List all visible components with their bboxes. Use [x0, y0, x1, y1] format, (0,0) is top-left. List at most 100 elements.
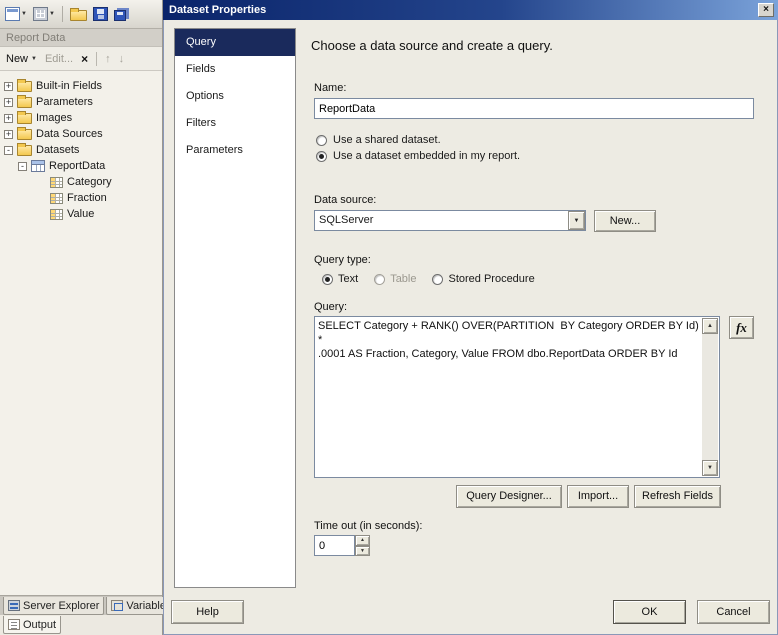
add-item-button[interactable] — [3, 3, 29, 25]
shared-dataset-option[interactable]: Use a shared dataset. — [316, 134, 441, 146]
move-down-icon[interactable]: ↓ — [119, 53, 125, 65]
tree-item-data-sources[interactable]: + Data Sources — [0, 126, 162, 142]
tab-output[interactable]: Output — [3, 616, 62, 634]
query-type-stored-procedure-option[interactable]: Stored Procedure — [432, 273, 535, 285]
tree-item-images[interactable]: + Images — [0, 110, 162, 126]
nav-item-filters[interactable]: Filters — [175, 110, 295, 137]
query-text[interactable]: SELECT Category + RANK() OVER(PARTITION … — [318, 319, 699, 361]
tab-server-explorer[interactable]: Server Explorer — [3, 597, 105, 615]
tree-item-datasets[interactable]: - Datasets — [0, 142, 162, 158]
timeout-spinner — [314, 535, 370, 556]
query-type-text-option[interactable]: Text — [322, 273, 358, 285]
combo-dropdown-icon[interactable] — [568, 211, 585, 230]
dataset-icon — [31, 160, 45, 172]
save-all-icon — [113, 9, 126, 21]
collapse-icon[interactable]: - — [4, 145, 13, 155]
expand-icon[interactable]: + — [4, 97, 13, 107]
tree-item-field-category[interactable]: Category — [0, 174, 162, 190]
dialog-titlebar[interactable]: Dataset Properties × — [163, 0, 778, 20]
dataset-properties-dialog: Dataset Properties × Query Fields Option… — [163, 0, 778, 635]
expression-button[interactable]: fx — [729, 316, 754, 339]
refresh-fields-button[interactable]: Refresh Fields — [634, 485, 721, 508]
variables-icon — [111, 600, 124, 611]
toolbox-grid-icon — [32, 7, 48, 21]
new-menu-button[interactable]: New — [6, 53, 37, 65]
import-button[interactable]: Import... — [567, 485, 629, 508]
cancel-button[interactable]: Cancel — [697, 600, 770, 624]
tree-item-label: Parameters — [36, 96, 93, 108]
embedded-dataset-label: Use a dataset embedded in my report. — [333, 150, 521, 162]
tree-item-parameters[interactable]: + Parameters — [0, 94, 162, 110]
tree-item-label: Built-in Fields — [36, 80, 103, 92]
radio-query-type-stored-procedure[interactable] — [432, 273, 444, 285]
tree-item-field-fraction[interactable]: Fraction — [0, 190, 162, 206]
save-button[interactable] — [91, 3, 110, 25]
output-tab-strip: Output — [0, 615, 162, 635]
shared-dataset-label: Use a shared dataset. — [333, 134, 441, 146]
radio-query-type-text[interactable] — [322, 273, 333, 285]
expand-icon[interactable]: + — [4, 129, 13, 139]
save-icon — [92, 7, 108, 21]
data-source-value: SQLServer — [319, 214, 374, 226]
output-icon — [8, 619, 20, 630]
data-source-label: Data source: — [314, 194, 377, 206]
help-button[interactable]: Help — [171, 600, 244, 624]
collapse-icon[interactable]: - — [18, 161, 27, 171]
report-data-toolbar: New Edit... × ↑ ↓ — [0, 47, 162, 71]
timeout-input[interactable] — [314, 535, 355, 556]
query-type-label: Query type: — [314, 254, 371, 266]
report-data-panel-title: Report Data — [0, 29, 162, 47]
tree-item-label: Fraction — [67, 192, 107, 204]
tree-item-built-in-fields[interactable]: + Built-in Fields — [0, 78, 162, 94]
server-explorer-icon — [8, 600, 20, 611]
chevron-down-icon — [31, 56, 37, 62]
field-icon — [50, 192, 63, 204]
fx-icon: fx — [736, 319, 747, 335]
timeout-label: Time out (in seconds): — [314, 520, 423, 532]
edit-button[interactable]: Edit... — [45, 53, 73, 65]
ok-button[interactable]: OK — [613, 600, 686, 624]
tree-item-field-value[interactable]: Value — [0, 206, 162, 222]
tree-item-label: Category — [67, 176, 112, 188]
nav-item-fields[interactable]: Fields — [175, 56, 295, 83]
spin-down-icon[interactable] — [355, 545, 370, 556]
data-source-combobox[interactable]: SQLServer — [314, 210, 586, 231]
dialog-body: Query Fields Options Filters Parameters … — [163, 20, 778, 635]
folder-icon — [17, 127, 32, 140]
open-file-button[interactable] — [68, 3, 89, 25]
tree-item-label: Value — [67, 208, 95, 220]
scroll-down-icon[interactable] — [702, 460, 718, 476]
delete-icon[interactable]: × — [81, 52, 88, 66]
report-data-panel: Report Data New Edit... × ↑ ↓ + Built-in… — [0, 0, 177, 635]
name-input[interactable] — [314, 98, 754, 119]
radio-embedded-dataset[interactable] — [316, 150, 327, 162]
folder-icon — [17, 143, 32, 156]
query-label: Query: — [314, 301, 348, 313]
toolbox-button[interactable] — [31, 3, 57, 25]
dialog-title: Dataset Properties — [169, 4, 267, 16]
nav-item-query[interactable]: Query — [175, 29, 295, 56]
spin-up-icon[interactable] — [355, 535, 370, 546]
toolbar-separator — [61, 6, 63, 22]
new-data-source-button[interactable]: New... — [594, 210, 656, 232]
page-heading: Choose a data source and create a query. — [311, 38, 553, 53]
tree-item-label: Data Sources — [36, 128, 103, 140]
query-type-table-option[interactable]: Table — [374, 273, 416, 285]
query-text-area[interactable]: SELECT Category + RANK() OVER(PARTITION … — [314, 316, 720, 478]
query-designer-button[interactable]: Query Designer... — [456, 485, 562, 508]
nav-item-parameters[interactable]: Parameters — [175, 137, 295, 164]
query-scrollbar[interactable] — [702, 318, 718, 476]
close-icon[interactable]: × — [758, 3, 774, 17]
scroll-up-icon[interactable] — [702, 318, 718, 334]
expand-icon[interactable]: + — [4, 81, 13, 91]
expand-icon[interactable]: + — [4, 113, 13, 123]
name-label: Name: — [314, 82, 347, 94]
query-type-options: Text Table Stored Procedure — [322, 273, 535, 285]
query-type-stored-procedure-label: Stored Procedure — [448, 273, 535, 285]
nav-item-options[interactable]: Options — [175, 83, 295, 110]
embedded-dataset-option[interactable]: Use a dataset embedded in my report. — [316, 150, 520, 162]
tree-item-reportdata-dataset[interactable]: - ReportData — [0, 158, 162, 174]
save-all-button[interactable] — [112, 3, 131, 25]
move-up-icon[interactable]: ↑ — [105, 53, 111, 65]
radio-shared-dataset[interactable] — [316, 134, 327, 146]
